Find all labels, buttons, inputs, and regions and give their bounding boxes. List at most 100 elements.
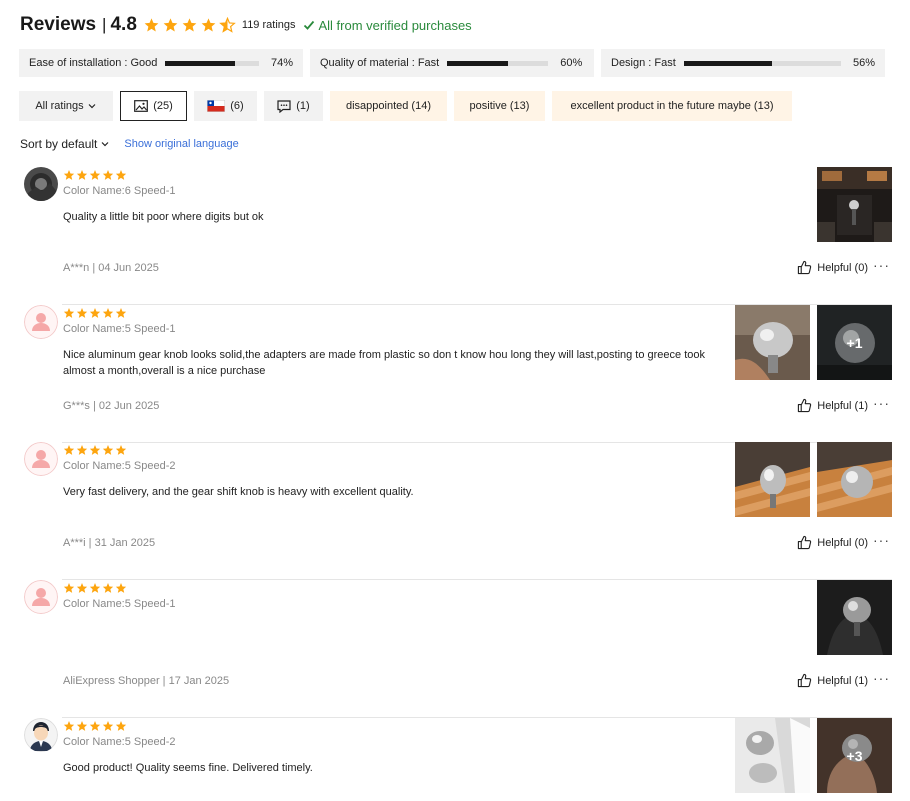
filter-photos[interactable]: (25) <box>120 91 187 121</box>
metric-percent: 56% <box>852 57 875 69</box>
thumbs-up-icon <box>798 535 812 550</box>
star-icon <box>102 308 114 318</box>
rating-count: 119 ratings <box>241 19 296 31</box>
star-icon <box>163 18 178 32</box>
sort-label: Sort by default <box>20 137 98 151</box>
star-icon <box>201 18 216 32</box>
metric-bar <box>165 60 259 66</box>
star-icon <box>63 583 75 593</box>
average-rating: 4.8 <box>110 14 137 35</box>
show-original-language-link[interactable]: Show original language <box>124 138 238 150</box>
star-icon <box>115 308 127 318</box>
metric-label: Design : Fast <box>611 57 676 69</box>
metric-bar-fill <box>447 60 508 66</box>
star-icon <box>76 583 88 593</box>
thumbs-up-icon <box>798 673 812 688</box>
metric-bar <box>683 60 841 66</box>
tag-label: excellent product in the future maybe (1… <box>570 100 774 112</box>
helpful-button[interactable]: Helpful (1) <box>797 673 868 688</box>
metric-percent: 60% <box>560 57 583 69</box>
review-item: Color Name:6 Speed-1 Quality a little bi… <box>0 167 910 305</box>
reviews-header: Reviews | 4.8 119 ratings All from verif… <box>20 12 472 38</box>
review-photo[interactable] <box>817 580 892 655</box>
review-filters: All ratings (25) (6) (1) disappointed (1… <box>19 91 792 121</box>
verified-badge: All from verified purchases <box>303 18 472 33</box>
default-avatar-icon <box>24 580 58 614</box>
star-icon <box>63 308 75 318</box>
tag-positive[interactable]: positive (13) <box>454 91 545 121</box>
half-star-icon <box>219 17 236 33</box>
comment-icon <box>277 99 291 113</box>
star-icon <box>89 170 101 180</box>
review-author-date: AliExpress Shopper | 17 Jan 2025 <box>63 675 230 687</box>
review-color-name: Color Name:5 Speed-2 <box>63 736 176 748</box>
more-photos-count: +1 <box>817 305 892 380</box>
review-stars <box>63 169 127 181</box>
filter-comments[interactable]: (1) <box>264 91 323 121</box>
star-icon <box>76 445 88 455</box>
country-count: (6) <box>230 100 244 112</box>
review-color-name: Color Name:5 Speed-1 <box>63 323 176 335</box>
helpful-button[interactable]: Helpful (1) <box>797 398 868 413</box>
all-ratings-label: All ratings <box>35 100 84 112</box>
chevron-down-icon <box>88 104 96 109</box>
review-photo[interactable] <box>817 167 892 242</box>
metric-bar-fill <box>165 60 235 66</box>
review-stars <box>63 307 127 319</box>
more-options-icon[interactable]: ··· <box>873 257 890 273</box>
sort-dropdown[interactable]: Sort by default <box>20 137 110 151</box>
review-item: Color Name:5 Speed-1 AliExpress Shopper … <box>0 580 910 718</box>
tag-disappointed[interactable]: disappointed (14) <box>330 91 447 121</box>
reviews-title: Reviews <box>20 14 97 35</box>
star-icon <box>102 170 114 180</box>
more-options-icon[interactable]: ··· <box>873 532 890 548</box>
metric-percent: 74% <box>270 57 293 69</box>
review-color-name: Color Name:6 Speed-1 <box>63 185 176 197</box>
review-author-date: A***i | 31 Jan 2025 <box>63 537 156 549</box>
review-stars <box>63 444 127 456</box>
star-icon <box>63 721 75 731</box>
star-icon <box>115 445 127 455</box>
all-ratings-dropdown[interactable]: All ratings <box>19 91 113 121</box>
star-icon <box>115 721 127 731</box>
review-photo[interactable] <box>735 442 810 517</box>
metric-label: Quality of material : Fast <box>320 57 440 69</box>
helpful-label: Helpful (1) <box>817 399 868 412</box>
star-icon <box>102 583 114 593</box>
review-photo[interactable] <box>817 442 892 517</box>
comments-count: (1) <box>296 100 310 112</box>
checkmark-icon <box>303 20 314 30</box>
star-icon <box>76 170 88 180</box>
more-options-icon[interactable]: ··· <box>873 395 890 411</box>
tag-label: disappointed (14) <box>345 100 431 112</box>
review-photo[interactable]: +3 <box>817 718 892 793</box>
helpful-button[interactable]: Helpful (0) <box>797 260 868 275</box>
verified-text: All from verified purchases <box>318 17 472 33</box>
image-icon <box>134 100 149 112</box>
star-icon <box>76 721 88 731</box>
review-photo[interactable] <box>735 718 810 793</box>
review-item: Color Name:5 Speed-1 Nice aluminum gear … <box>0 305 910 443</box>
more-options-icon[interactable]: ··· <box>873 670 890 686</box>
review-photo[interactable]: +1 <box>817 305 892 380</box>
star-icon <box>63 170 75 180</box>
review-photo[interactable] <box>735 305 810 380</box>
tag-excellent-product[interactable]: excellent product in the future maybe (1… <box>552 91 792 121</box>
rating-metrics: Ease of installation : Good 74% Quality … <box>19 49 885 77</box>
filter-country[interactable]: (6) <box>194 91 257 121</box>
thumbs-up-icon <box>798 260 812 275</box>
avatar <box>24 718 58 752</box>
review-stars <box>63 582 127 594</box>
helpful-button[interactable]: Helpful (0) <box>797 535 868 550</box>
star-icon <box>102 445 114 455</box>
review-stars <box>63 720 127 732</box>
chevron-down-icon <box>101 142 109 147</box>
metric-ease-of-installation: Ease of installation : Good 74% <box>19 49 303 77</box>
review-author-date: A***n | 04 Jun 2025 <box>63 262 159 274</box>
header-separator: | <box>102 15 107 34</box>
review-item: Color Name:5 Speed-2 Good product! Quali… <box>0 718 910 801</box>
chile-flag-icon <box>207 100 226 112</box>
review-text: Nice aluminum gear knob looks solid,the … <box>63 349 706 377</box>
star-icon <box>182 18 197 32</box>
helpful-label: Helpful (0) <box>817 536 868 549</box>
